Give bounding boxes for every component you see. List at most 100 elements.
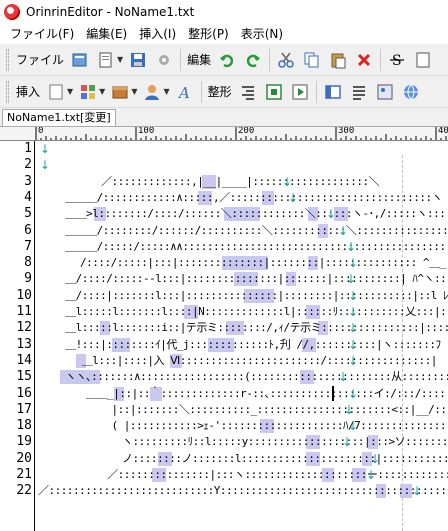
open-file-icon[interactable] [68,48,92,72]
text-line[interactable]: ／:::::::::::::::|:::ヽ:::::::::::::::::::… [36,467,448,483]
chevron-down-icon[interactable]: ▼ [163,87,169,96]
file-edit-toolbar: ファイル ▼ 編集 S [0,44,448,76]
settings-icon[interactable] [152,48,176,72]
text-area[interactable]: ↓ ↓ ／:::::::::::::,|__|____|:::::::::::::… [36,141,448,531]
insert-color-grid-icon[interactable] [76,80,100,104]
text-line[interactable]: ＿/::::|:::::::l:::|:::::::::::::::|:::::… [36,288,448,304]
line-number: 22 [16,483,32,499]
line-number: 10 [16,287,32,303]
text-line-content: ヽ:::::::::ﾘ::l:::::y:::::::::::::::::::|… [38,435,448,449]
copy-icon[interactable] [300,48,324,72]
text-line-content: ＿l:::|::::|入 Ⅵ:::::::::::::::::::::::/::… [38,353,438,367]
text-line[interactable]: ＿l:::::l:::::::l::::|N:::::::::::::l|:::… [36,304,448,320]
text-line[interactable]: ↓ [36,157,448,173]
text-line[interactable]: ＿＿＿/::::::::/::::::/::::::::::＼:::::::::… [36,223,448,239]
line-break-marker: ↓ [348,419,359,434]
tab-noname1[interactable]: NoName1.txt[変更] [2,109,116,126]
line-break-marker: ↓ [288,190,299,205]
text-line[interactable]: ＿l:::|::::|入 Ⅵ:::::::::::::::::::::::/::… [36,353,448,369]
text-line[interactable]: ノ::::::::ノ:::::::l::::::::::::::::::::::… [36,451,448,467]
line-break-marker: ↓ [338,370,349,385]
text-lines-icon[interactable] [347,80,371,104]
text-line-content: ＿＿_|::|::｀:::::::::::::r-::､::::::::::::… [86,386,448,400]
svg-text:S: S [392,53,402,69]
chevron-down-icon[interactable]: ▼ [117,55,123,64]
toolbar-separator [380,48,382,71]
frame-icon[interactable] [262,80,286,104]
toolbar-grip[interactable] [6,48,9,71]
toolbar-separator [269,48,271,71]
menu-insert[interactable]: 挿入(I) [133,24,182,44]
line-number: 4 [24,189,32,205]
undo-icon[interactable] [215,48,239,72]
insert-page-icon[interactable] [44,80,68,104]
svg-text:A: A [177,84,190,101]
text-line[interactable]: ＿l:::::l:::::::i::|テ示ミ::::::::/,ｨ/テ示ミ:::… [36,320,448,336]
text-line[interactable]: ヽ:::::::::ﾘ::l:::::y:::::::::::::::::::|… [36,434,448,450]
text-line-content: ＿＿＿/:::::/:::::∧∧:::::::::::::::::::::::… [65,239,448,253]
line-break-marker: ↓ [348,337,359,352]
align-right-icon[interactable] [236,80,260,104]
text-line[interactable]: ＿＿＿/:::::/:::::∧∧:::::::::::::::::::::::… [36,239,448,255]
menu-file[interactable]: ファイル(F) [4,24,80,44]
editor-area[interactable]: 0 100 200 300 40 1 2 3 4 5 6 7 8 9 10 11 12 13 14 15 16… [0,126,448,531]
redo-icon[interactable] [241,48,265,72]
text-line[interactable]: ( |:::::::::::>ｪ-'::::::::::::::::::::ﾊ/… [36,418,448,434]
text-line[interactable]: /::::/:::::|:::|::::::::::::::|::::::::|… [36,255,448,271]
toolbar-grip[interactable] [6,80,9,103]
text-line[interactable]: ＿＿_|::|::｀:::::::::::::r-::､::::::::::::… [36,385,448,402]
text-line-content: ／:::::::::::::,|__|____|::::::::::::::::… [38,174,380,188]
text-line[interactable]: ／:::::::::::::,|__|____|::::::::::::::::… [36,174,448,190]
menu-format[interactable]: 整形(P) [182,24,235,44]
line-break-marker: ↓ [282,174,293,189]
save-file-icon[interactable] [126,48,150,72]
line-break-marker: ↓ [346,239,357,254]
text-line[interactable]: ＿＿＿/::::::::::::∧:::::,／::::::::::::::::… [36,190,448,206]
chevron-down-icon[interactable]: ▼ [131,87,137,96]
play-icon[interactable] [288,80,312,104]
cut-icon[interactable] [274,48,298,72]
ruler-label: 100 [138,127,155,136]
text-line-content: ＿l:::::l:::::::i::|テ示ミ::::::::/,ｨ/テ示ミ:::… [38,321,448,335]
line-number: 18 [16,418,32,434]
window-icon[interactable] [321,80,345,104]
menu-view[interactable]: 表示(N) [235,24,289,44]
image-icon[interactable] [373,80,397,104]
text-line-content: ＿＿＿/::::::::/::::::/::::::::::＼:::::::::… [65,223,448,237]
text-line[interactable]: ＿＿>l::::::::/::::/::::::＼::::::::::::＼::… [36,206,448,222]
line-number: 13 [16,336,32,352]
line-break-marker: ↓ [338,223,349,238]
new-file-icon[interactable] [94,48,118,72]
text-line[interactable]: ＿!:::|::::::::ｲ|代_j:::::::::::::ﾄ,刋 //,:… [36,337,448,353]
delete-icon[interactable] [352,48,376,72]
insert-user-icon[interactable] [140,80,164,104]
line-number: 3 [24,173,32,189]
text-line-content: ／:::::::::::::::::::::::::::Y:::::::::::… [38,484,448,498]
chevron-down-icon[interactable]: ▼ [99,87,105,96]
text-line[interactable]: ↓ [36,141,448,157]
document-icon[interactable] [411,48,435,72]
text-line[interactable]: |::|:::::::＼::::::::::_:::::::::::::::::… [36,402,448,418]
font-icon[interactable]: A [173,80,197,104]
chevron-down-icon[interactable]: ▼ [67,87,73,96]
line-number: 19 [16,434,32,450]
text-line[interactable]: ＿/::::/:::::--l:::|:::::::::::::::|:::::… [36,271,448,287]
line-break-marker: ↓ [326,207,337,222]
format-toolbar-label: 整形 [207,85,232,99]
file-toolbar-label: ファイル [16,53,65,67]
text-line[interactable]: ／:::::::::::::::::::::::::::Y:::::::::::… [36,483,448,499]
title-bar: OrinrinEditor - NoName1.txt [0,0,448,24]
text-line[interactable]: ヽヽ､:::::::∧:::::::::::::::::(:::::::::::… [36,369,448,385]
text-line-content: ＿＿＿/::::::::::::∧:::::,／::::::::::::::::… [38,190,443,204]
insert-box-icon[interactable] [108,80,132,104]
text-line-content: ヽヽ､:::::::∧:::::::::::::::::(:::::::::::… [65,370,448,384]
menu-edit[interactable]: 編集(E) [80,24,133,44]
strikethrough-icon[interactable]: S [385,48,409,72]
line-number-gutter: 1 2 3 4 5 6 7 8 9 10 11 12 13 14 15 16 17 18 19 20 21 22 [0,141,36,531]
ruler-label: 0 [38,127,44,136]
paste-icon[interactable] [326,48,350,72]
insert-toolbar-label: 挿入 [16,85,41,99]
line-break-marker: ↓ [40,158,51,173]
globe-icon[interactable] [399,80,423,104]
line-break-marker: ↓ [346,272,357,287]
